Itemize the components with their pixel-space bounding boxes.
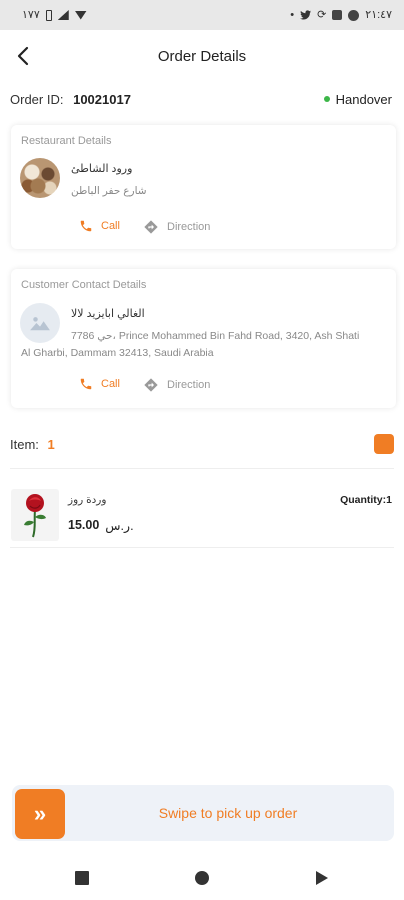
restaurant-name: ورود الشاطئ (71, 163, 133, 175)
item-label: Item: (10, 436, 39, 452)
customer-address-line1: 7786 حي، Prince Mohammed Bin Fahd Road, … (71, 330, 360, 342)
system-nav-bar (0, 855, 404, 900)
status-text: Handover (335, 91, 392, 107)
quantity-label: Quantity: (340, 494, 387, 506)
status-right: • ⟳ ٢١:٤٧ (290, 8, 392, 21)
product-price-value: 15.00 (68, 518, 100, 532)
restaurant-section-title: Restaurant Details (21, 135, 112, 147)
item-count-value: 1 (47, 436, 55, 452)
restaurant-card: Restaurant Details ورود الشاطئ شارع حفر … (11, 125, 396, 249)
back-nav-button[interactable] (307, 863, 337, 893)
customer-call-label: Call (101, 378, 120, 390)
order-id-value: 10021017 (73, 91, 131, 107)
status-left: ١٧٧ (22, 8, 87, 21)
back-arrow-icon (17, 46, 29, 66)
status-left-text: ١٧٧ (22, 8, 40, 21)
customer-call-button[interactable]: Call (79, 377, 120, 391)
wifi-icon (74, 10, 87, 20)
direction-icon (144, 378, 158, 392)
product-name: وردة روز (68, 494, 107, 506)
swipe-to-pickup-slider[interactable]: » Swipe to pick up order (12, 785, 394, 841)
sync-icon: ⟳ (317, 8, 327, 21)
status-time: ٢١:٤٧ (365, 8, 392, 21)
signal-icon (57, 10, 69, 20)
restaurant-call-label: Call (101, 220, 120, 232)
status-badge: Handover (323, 91, 392, 107)
restaurant-call-button[interactable]: Call (79, 219, 120, 233)
quantity-value: 1 (386, 494, 392, 506)
customer-direction-button[interactable]: Direction (143, 377, 210, 393)
product-quantity: Quantity:1 (340, 494, 392, 506)
image-placeholder-icon (30, 317, 50, 331)
restaurant-direction-label: Direction (167, 221, 211, 233)
dot-icon: • (290, 8, 295, 21)
divider (10, 468, 394, 469)
back-button[interactable] (10, 42, 36, 70)
items-toggle-button[interactable] (374, 434, 394, 454)
order-id-label: Order ID: (10, 91, 64, 107)
triangle-icon (316, 870, 328, 885)
restaurant-avatar (20, 158, 60, 198)
product-image (11, 489, 59, 541)
twitter-icon (300, 10, 312, 20)
camera-icon (348, 9, 360, 21)
app-icon (332, 10, 343, 20)
battery-icon (45, 9, 52, 21)
page-title: Order Details (157, 47, 247, 65)
status-dot-icon (323, 96, 330, 102)
customer-card: Customer Contact Details الغالي ابايزيد … (11, 269, 396, 408)
circle-icon (195, 870, 209, 885)
order-summary: Order ID: 10021017 Handover (10, 90, 392, 108)
phone-icon (80, 220, 92, 232)
product-price: 15.00 ر.س. (68, 518, 134, 533)
square-icon (75, 870, 89, 885)
status-bar: ١٧٧ • ⟳ ٢١:٤٧ (0, 0, 404, 30)
direction-icon (144, 220, 158, 234)
order-id: Order ID: 10021017 (10, 92, 131, 107)
home-button[interactable] (187, 863, 217, 893)
customer-section-title: Customer Contact Details (21, 279, 147, 291)
phone-icon (80, 378, 92, 390)
product-currency: ر.س. (105, 519, 134, 533)
customer-name: الغالي ابايزيد لالا (71, 308, 145, 320)
restaurant-address: شارع حفر الباطن (71, 185, 147, 197)
customer-avatar (20, 303, 60, 343)
item-count: Item: 1 (10, 437, 55, 452)
swipe-label: Swipe to pick up order (158, 805, 298, 821)
divider (10, 547, 394, 548)
recents-button[interactable] (67, 863, 97, 893)
customer-direction-label: Direction (167, 379, 211, 391)
items-header: Item: 1 (10, 433, 394, 455)
customer-address-line2: Al Gharbi, Dammam 32413, Saudi Arabia (21, 347, 214, 359)
app-header: Order Details (0, 30, 404, 82)
rose-icon (24, 494, 46, 538)
restaurant-direction-button[interactable]: Direction (143, 219, 210, 235)
list-item: وردة روز 15.00 ر.س. Quantity:1 (10, 488, 394, 542)
